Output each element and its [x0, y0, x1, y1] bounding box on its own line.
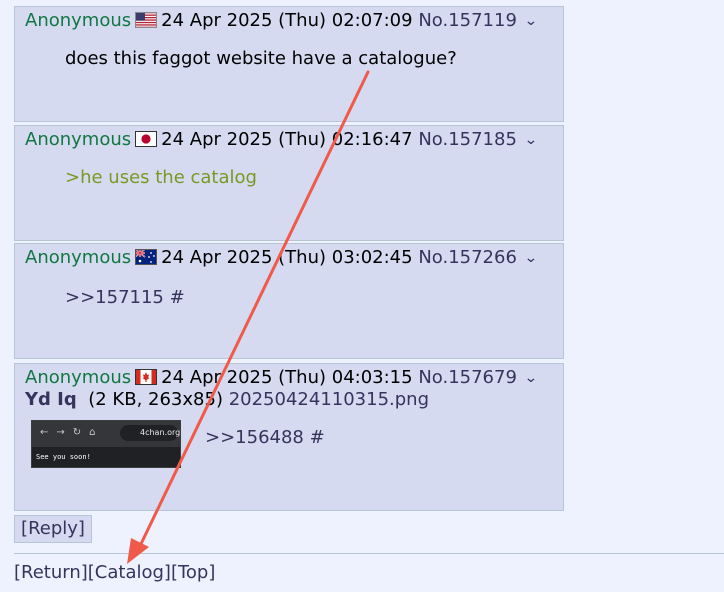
quote-link[interactable]: >>157115 # — [65, 286, 185, 310]
post-number-link[interactable]: No.157119 — [418, 10, 517, 31]
au-flag-icon — [135, 249, 158, 265]
file-label: Yd Iq — [25, 389, 77, 410]
reply-button[interactable]: [Reply] — [14, 515, 92, 543]
post-number-link[interactable]: No.157185 — [418, 129, 517, 150]
poster-name: Anonymous — [25, 129, 132, 150]
thumbnail-nav-icons: ←→↻⌂ — [40, 427, 104, 438]
reply-post: Anonymous 24 Apr 2025 (Thu) 04:03:15 No.… — [14, 363, 564, 511]
jp-flag-icon — [135, 131, 158, 147]
post-menu-icon[interactable]: ⌄ — [524, 366, 538, 390]
file-info: Yd Iq (2 KB, 263x85) 20250424110315.png — [25, 388, 429, 412]
post-header: Anonymous 24 Apr 2025 (Thu) 04:03:15 No.… — [25, 366, 538, 390]
reply-post: Anonymous 24 Apr 2025 (Thu) 02:16:47 No.… — [14, 125, 564, 241]
bottom-navigation: [Return][Catalog][Top] — [14, 561, 215, 585]
post-date: 24 Apr 2025 (Thu) 02:07:09 — [161, 10, 413, 31]
post-number-link[interactable]: No.157266 — [418, 247, 517, 268]
post-date: 24 Apr 2025 (Thu) 02:16:47 — [161, 129, 413, 150]
post-menu-icon[interactable]: ⌄ — [524, 246, 538, 270]
us-flag-icon — [135, 12, 158, 28]
post-comment: does this faggot website have a catalogu… — [65, 48, 457, 69]
file-name-link[interactable]: 20250424110315.png — [229, 389, 429, 410]
file-meta: (2 KB, 263x85) — [88, 389, 223, 410]
image-thumbnail[interactable]: ←→↻⌂ 4chan.org See you soon! — [31, 420, 181, 468]
post-header: Anonymous 24 Apr 2025 (Thu) 02:07:09 No.… — [25, 9, 538, 33]
post-header: Anonymous 24 Apr 2025 (Thu) 03:02:45 No.… — [25, 246, 538, 270]
poster-name: Anonymous — [25, 247, 132, 268]
thumbnail-text: See you soon! — [36, 453, 91, 461]
reply-post: Anonymous 24 Apr 2025 (Thu) 02:07:09 No.… — [14, 6, 564, 122]
thumbnail-url: 4chan.org — [120, 425, 180, 441]
post-number-link[interactable]: No.157679 — [418, 367, 517, 388]
post-header: Anonymous 24 Apr 2025 (Thu) 02:16:47 No.… — [25, 128, 538, 152]
post-menu-icon[interactable]: ⌄ — [524, 128, 538, 152]
poster-name: Anonymous — [25, 10, 132, 31]
top-link[interactable]: [Top] — [171, 562, 215, 583]
post-date: 24 Apr 2025 (Thu) 04:03:15 — [161, 367, 413, 388]
catalog-link[interactable]: [Catalog] — [88, 562, 171, 583]
post-date: 24 Apr 2025 (Thu) 03:02:45 — [161, 247, 413, 268]
greentext-quote: >he uses the catalog — [65, 167, 257, 188]
divider — [14, 553, 724, 554]
post-menu-icon[interactable]: ⌄ — [524, 9, 538, 33]
thread-page: Anonymous 24 Apr 2025 (Thu) 02:07:09 No.… — [0, 0, 724, 592]
ca-flag-icon — [135, 369, 158, 385]
reply-post: Anonymous 24 Apr 2025 (Thu) 03:02:45 No.… — [14, 243, 564, 359]
return-link[interactable]: [Return] — [14, 562, 88, 583]
quote-link[interactable]: >>156488 # — [205, 426, 325, 450]
poster-name: Anonymous — [25, 367, 132, 388]
